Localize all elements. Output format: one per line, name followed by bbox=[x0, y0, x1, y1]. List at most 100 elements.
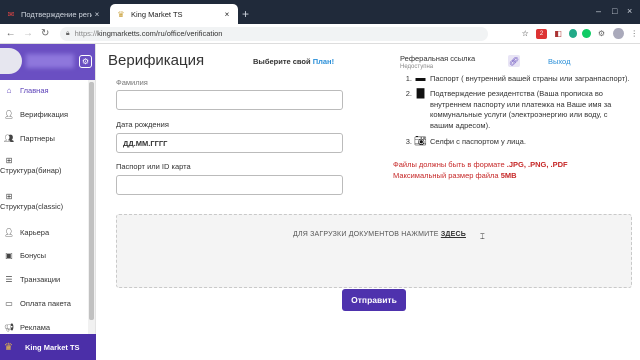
user-check-icon: 👤︎ bbox=[3, 110, 15, 119]
referral-link-status: Недоступна bbox=[400, 64, 434, 70]
upload-dropzone[interactable]: ДЛЯ ЗАГРУЗКИ ДОКУМЕНТОВ НАЖМИТЕ ЗДЕСЬ bbox=[116, 214, 632, 288]
submit-button[interactable]: Отправить bbox=[342, 289, 406, 311]
sidebar-item-label: Верификация bbox=[20, 110, 69, 119]
camera-icon: 📷︎ bbox=[414, 136, 427, 147]
mail-icon: ✉ bbox=[7, 9, 15, 19]
sidebar-item-label: Оплата пакета bbox=[20, 299, 71, 308]
list-item: 2. ▇ Подтверждение резидентства (Ваша пр… bbox=[400, 88, 630, 131]
sidebar-item-label: Бонусы bbox=[20, 251, 47, 260]
profile-avatar[interactable] bbox=[613, 28, 624, 39]
sidebar-item-ads[interactable]: 📢︎ Реклама bbox=[0, 323, 88, 332]
sitemap-icon: ⊞ bbox=[5, 156, 13, 165]
minimize-button[interactable]: – bbox=[596, 6, 601, 16]
surname-label: Фамилия bbox=[116, 78, 148, 87]
referral-link-label: Реферальная ссылка bbox=[400, 54, 476, 63]
max-size-text: Максимальный размер файла 5MB bbox=[393, 171, 517, 180]
max-size-prefix: Максимальный размер файла bbox=[393, 171, 499, 180]
id-card-icon: ▬ bbox=[415, 73, 426, 84]
lock-icon: 🔒︎ bbox=[65, 29, 70, 37]
sidebar-item-label: Структура(бинар) bbox=[0, 166, 62, 175]
new-tab-button[interactable]: + bbox=[242, 7, 249, 21]
address-bar: ← → ↻ 🔒︎ https://kingmarketts.com/ru/off… bbox=[0, 24, 640, 44]
tab-title: Подтверждение регистрации bbox=[21, 9, 92, 19]
star-icon[interactable]: ☆ bbox=[520, 29, 531, 39]
browser-tab-bar: ✉ Подтверждение регистрации × ♛ King Mar… bbox=[0, 0, 640, 24]
sidebar-profile-header: ⚙ bbox=[0, 44, 95, 80]
passport-label: Паспорт или ID карта bbox=[116, 162, 191, 171]
sidebar-scrollbar-thumb[interactable] bbox=[89, 82, 94, 320]
sidebar-item-transactions[interactable]: ☰ Транзакции bbox=[0, 275, 88, 284]
sidebar-item-bonuses[interactable]: ▣ Бонусы bbox=[0, 251, 88, 260]
sidebar-item-label: Партнеры bbox=[20, 134, 55, 143]
url-scheme: https:// bbox=[74, 29, 98, 38]
mouse-cursor-icon: ⌶ bbox=[480, 232, 485, 241]
gift-icon: ▣ bbox=[5, 251, 13, 260]
sidebar-item-structure-classic[interactable]: ⊞ Структура(classic) bbox=[0, 192, 88, 211]
sidebar-item-package-payment[interactable]: ▭ Оплата пакета bbox=[0, 299, 88, 308]
page-title: Верификация bbox=[108, 52, 205, 69]
birth-date-label: Дата рождения bbox=[116, 120, 169, 129]
extension-gear-icon[interactable]: ⚙ bbox=[596, 29, 607, 39]
logout-link[interactable]: Выход bbox=[548, 57, 570, 66]
surname-field[interactable] bbox=[116, 90, 343, 110]
max-size-value: 5MB bbox=[500, 171, 517, 180]
sidebar-item-career[interactable]: 👤︎ Карьера bbox=[0, 228, 88, 237]
sidebar-item-label: Реклама bbox=[20, 323, 51, 332]
list-item-number: 1. bbox=[405, 74, 412, 83]
extension-green-icon[interactable] bbox=[568, 29, 578, 38]
maximize-button[interactable]: □ bbox=[612, 6, 617, 16]
sitemap-icon: ⊞ bbox=[5, 192, 13, 201]
extension-whatsapp-icon[interactable] bbox=[582, 29, 591, 38]
user-name-blurred bbox=[26, 54, 74, 68]
back-icon[interactable]: ← bbox=[4, 28, 17, 39]
upload-instructions: ДЛЯ ЗАГРУЗКИ ДОКУМЕНТОВ НАЖМИТЕ ЗДЕСЬ bbox=[293, 231, 466, 238]
choose-plan-prefix: Выберите свой bbox=[253, 57, 311, 66]
choose-plan-link[interactable]: План! bbox=[313, 57, 334, 66]
avatar[interactable] bbox=[0, 48, 22, 74]
card-icon: ▭ bbox=[5, 299, 13, 308]
tab-title: King Market TS bbox=[131, 9, 183, 19]
list-item: 3. 📷︎ Селфи с паспортом у лица. bbox=[400, 136, 630, 149]
forward-icon[interactable]: → bbox=[21, 28, 34, 39]
sidebar-item-verification[interactable]: 👤︎ Верификация bbox=[0, 110, 88, 119]
birth-date-field[interactable] bbox=[116, 133, 343, 153]
user-tie-icon: 👤︎ bbox=[3, 228, 15, 237]
formats-value: .JPG, .PNG, .PDF bbox=[506, 160, 568, 169]
url-field[interactable]: 🔒︎ https://kingmarketts.com/ru/office/ve… bbox=[59, 26, 488, 41]
extension-icon[interactable]: ◧ bbox=[552, 29, 563, 39]
sidebar-scrollbar[interactable] bbox=[88, 80, 95, 336]
tab-registration[interactable]: ✉ Подтверждение регистрации × bbox=[0, 4, 108, 24]
sidebar-item-label: Структура(classic) bbox=[0, 202, 64, 211]
list-item-number: 3. bbox=[405, 137, 412, 146]
tab-king-market[interactable]: ♛ King Market TS × bbox=[110, 4, 238, 24]
users-icon: 👥︎ bbox=[3, 134, 15, 143]
copy-link-icon[interactable]: 🔗︎ bbox=[508, 55, 520, 67]
list-item-text: Паспорт ( внутренний вашей страны или за… bbox=[430, 74, 630, 83]
passport-field[interactable] bbox=[116, 175, 343, 195]
sidebar-item-partners[interactable]: 👥︎ Партнеры bbox=[0, 134, 88, 143]
crown-icon: ♛ bbox=[117, 9, 125, 19]
megaphone-icon: 📢︎ bbox=[3, 323, 15, 332]
sidebar-item-home[interactable]: ⌂ Главная bbox=[0, 86, 88, 95]
allowed-formats-text: Файлы должны быть в формате .JPG, .PNG, … bbox=[393, 160, 568, 169]
extension-badge-icon[interactable]: 2 bbox=[535, 28, 548, 39]
crown-icon: ♛ bbox=[4, 341, 13, 353]
menu-icon[interactable]: ⋮ bbox=[629, 29, 640, 39]
sidebar: ⚙ ⌂ Главная 👤︎ Верификация 👥︎ Партнеры ⊞… bbox=[0, 44, 96, 360]
upload-link[interactable]: ЗДЕСЬ bbox=[441, 231, 466, 238]
sidebar-item-label: Карьера bbox=[20, 228, 50, 237]
list-item: 1. ▬ Паспорт ( внутренний вашей страны и… bbox=[400, 73, 630, 86]
settings-gear-icon[interactable]: ⚙ bbox=[79, 55, 92, 68]
close-window-button[interactable]: × bbox=[627, 6, 632, 16]
close-tab-icon[interactable]: × bbox=[222, 10, 232, 19]
upload-text: ДЛЯ ЗАГРУЗКИ ДОКУМЕНТОВ НАЖМИТЕ bbox=[293, 231, 439, 238]
list-icon: ☰ bbox=[5, 275, 13, 284]
formats-prefix: Файлы должны быть в формате bbox=[393, 160, 505, 169]
reload-icon[interactable]: ↻ bbox=[39, 28, 52, 39]
list-item-number: 2. bbox=[405, 89, 412, 98]
sidebar-item-label: Главная bbox=[20, 86, 49, 95]
sidebar-item-structure-binary[interactable]: ⊞ Структура(бинар) bbox=[0, 156, 88, 175]
list-item-text: Селфи с паспортом у лица. bbox=[430, 137, 526, 146]
brand-name: King Market TS bbox=[24, 342, 80, 352]
close-tab-icon[interactable]: × bbox=[92, 10, 102, 19]
